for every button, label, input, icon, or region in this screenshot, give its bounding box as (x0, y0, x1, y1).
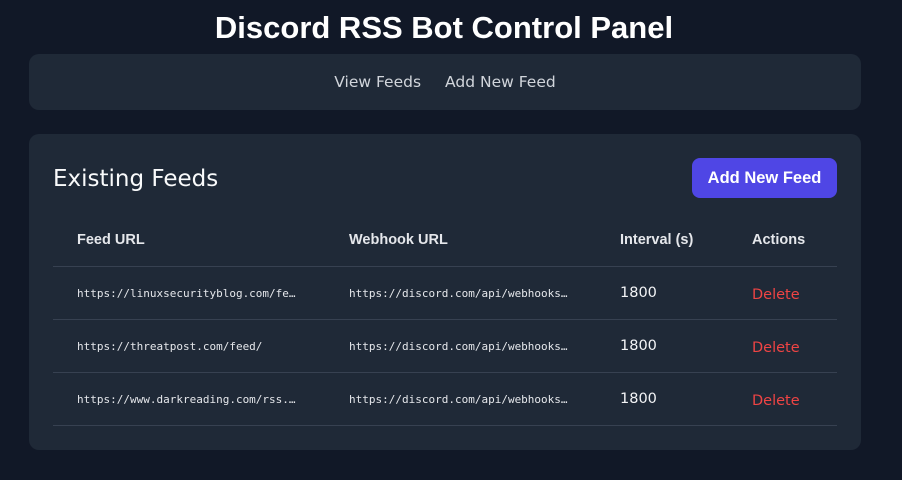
webhook-url: https://discord.com/api/webhooks… (349, 286, 568, 300)
column-header-webhook-url: Webhook URL (325, 214, 596, 267)
delete-feed-link[interactable]: Delete (752, 340, 800, 356)
column-header-feed-url: Feed URL (53, 214, 325, 267)
table-row: https://threatpost.com/feed/ https://dis… (53, 319, 837, 373)
webhook-url: https://discord.com/api/webhooks… (349, 339, 568, 353)
panel-title: Existing Feeds (53, 166, 219, 192)
delete-feed-link[interactable]: Delete (752, 393, 800, 409)
interval-cell: 1800 (596, 266, 728, 320)
feed-url-cell: https://www.darkreading.com/rss.… (53, 372, 325, 426)
column-header-interval: Interval (s) (596, 214, 728, 267)
feed-url: https://linuxsecurityblog.com/fe… (77, 286, 296, 300)
page: Discord RSS Bot Control Panel View Feeds… (0, 0, 902, 480)
feed-url: https://threatpost.com/feed/ (77, 339, 263, 353)
column-header-actions: Actions (728, 214, 837, 267)
existing-feeds-panel: Existing Feeds Add New Feed Feed URL Web… (29, 134, 861, 450)
webhook-url: https://discord.com/api/webhooks… (349, 392, 568, 406)
add-new-feed-button[interactable]: Add New Feed (692, 158, 837, 198)
interval-cell: 1800 (596, 372, 728, 426)
nav-add-new-feed-link[interactable]: Add New Feed (445, 73, 556, 91)
feed-url-cell: https://threatpost.com/feed/ (53, 319, 325, 373)
actions-cell: Delete (728, 319, 837, 373)
page-title: Discord RSS Bot Control Panel (214, 10, 674, 45)
webhook-url-cell: https://discord.com/api/webhooks… (325, 266, 596, 320)
table-row: https://www.darkreading.com/rss.… https:… (53, 372, 837, 426)
feed-url-cell: https://linuxsecurityblog.com/fe… (53, 266, 325, 320)
webhook-url-cell: https://discord.com/api/webhooks… (325, 319, 596, 373)
webhook-url-cell: https://discord.com/api/webhooks… (325, 372, 596, 426)
feed-url: https://www.darkreading.com/rss.… (77, 392, 296, 406)
actions-cell: Delete (728, 266, 837, 320)
table-row: https://linuxsecurityblog.com/fe… https:… (53, 266, 837, 320)
feeds-table: Feed URL Webhook URL Interval (s) Action… (53, 214, 837, 426)
table-header-row: Feed URL Webhook URL Interval (s) Action… (53, 214, 837, 267)
delete-feed-link[interactable]: Delete (752, 287, 800, 303)
nav-view-feeds-link[interactable]: View Feeds (334, 73, 421, 91)
top-nav: View Feeds Add New Feed (29, 54, 861, 110)
interval-cell: 1800 (596, 319, 728, 373)
actions-cell: Delete (728, 372, 837, 426)
